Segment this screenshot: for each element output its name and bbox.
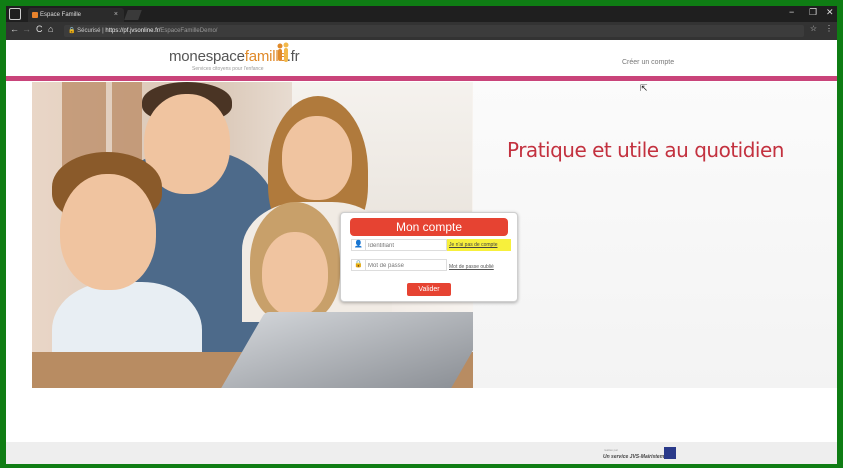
mother-face	[282, 116, 352, 200]
mouse-cursor-icon: ⇱	[640, 83, 648, 93]
window-icon	[9, 8, 21, 20]
girl-face	[262, 232, 328, 316]
mairistem-logo-icon	[664, 447, 676, 459]
boy-face	[60, 174, 156, 290]
browser-tab[interactable]: Espace Famille ×	[28, 8, 124, 22]
hero-headline: Pratique et utile au quotidien	[507, 138, 784, 162]
footer-service: Un service JVS-Mairistem	[603, 454, 665, 460]
close-window-icon[interactable]: ✕	[826, 7, 834, 18]
family-logo-icon	[277, 42, 289, 62]
username-input[interactable]	[368, 241, 446, 250]
address-bar-row: ← → C ⌂ 🔒 Sécurisé | https://pf.jvsonlin…	[6, 22, 837, 40]
lock-icon: 🔒	[352, 260, 366, 270]
url-path: EspaceFamilleDemo/	[160, 28, 218, 34]
restore-icon[interactable]: ❐	[809, 7, 817, 18]
minimize-icon[interactable]: −	[789, 7, 794, 17]
footer-small-text: réalisé par	[604, 448, 619, 452]
laptop	[218, 312, 473, 388]
tab-title: Espace Famille	[40, 12, 82, 18]
url-host: https://pf.jvsonline.fr/	[105, 28, 161, 34]
submit-button[interactable]: Valider	[407, 283, 451, 296]
favicon-icon	[32, 12, 38, 18]
user-icon: 👤	[352, 240, 366, 250]
browser-window: Espace Famille × − ❐ ✕ ← → C ⌂ 🔒 Sécuris…	[6, 6, 837, 464]
forward-icon[interactable]: →	[22, 24, 31, 34]
screen-frame: Espace Famille × − ❐ ✕ ← → C ⌂ 🔒 Sécuris…	[0, 0, 843, 468]
username-field[interactable]: 👤	[351, 239, 447, 251]
new-tab-button[interactable]	[124, 10, 142, 20]
login-title: Mon compte	[350, 218, 508, 236]
url-input[interactable]: 🔒 Sécurisé | https://pf.jvsonline.fr/Esp…	[64, 25, 804, 37]
logo-main: monespace	[169, 48, 245, 65]
no-account-link[interactable]: Je n'ai pas de compte	[447, 239, 511, 251]
login-panel: Mon compte 👤 Je n'ai pas de compte 🔒 Mot…	[340, 212, 518, 302]
menu-icon[interactable]: ⋮	[825, 24, 833, 33]
lock-icon: 🔒	[68, 28, 78, 34]
hero-right-panel	[473, 82, 837, 388]
header-divider	[6, 76, 837, 81]
site-footer: réalisé par Un service JVS-Mairistem	[6, 442, 837, 464]
create-account-link[interactable]: Créer un compte	[622, 59, 674, 66]
title-bar: Espace Famille × − ❐ ✕	[6, 6, 837, 22]
back-icon[interactable]: ←	[10, 24, 19, 34]
site-tagline: Services citoyens pour l'enfance	[192, 66, 264, 72]
tab-close-icon[interactable]: ×	[114, 8, 118, 22]
secure-label: Sécurisé	[77, 28, 101, 34]
forgot-password-link[interactable]: Mot de passe oublié	[449, 264, 494, 270]
password-field[interactable]: 🔒	[351, 259, 447, 271]
home-icon[interactable]: ⌂	[48, 24, 53, 34]
bookmark-star-icon[interactable]: ☆	[810, 24, 817, 33]
site-header: monespacefamille.fr Services citoyens po…	[6, 40, 837, 76]
password-input[interactable]	[368, 261, 446, 270]
reload-icon[interactable]: C	[36, 24, 43, 34]
